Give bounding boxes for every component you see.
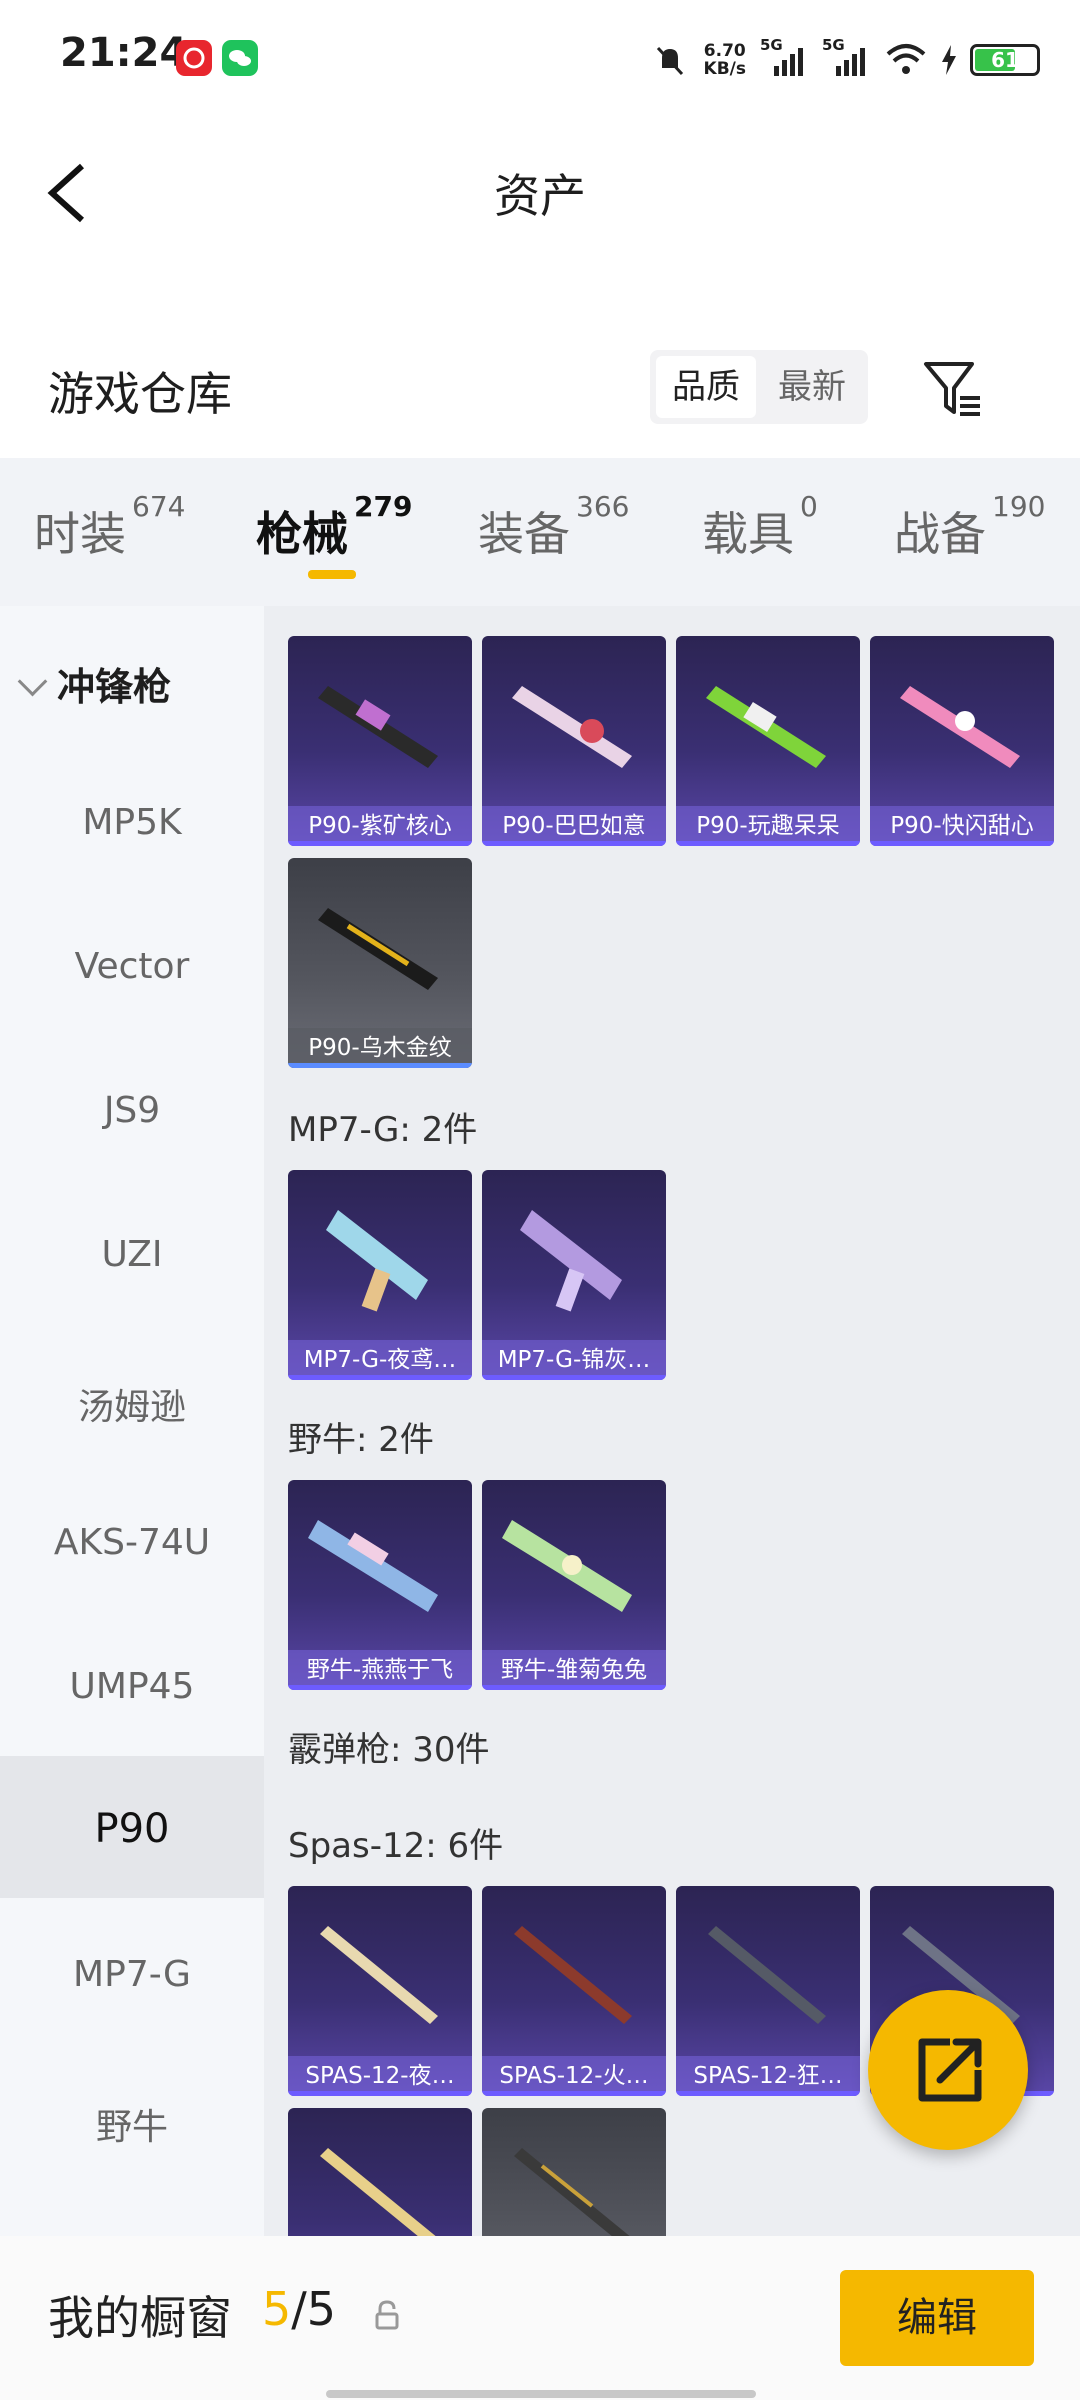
skin-card[interactable]: SPAS-12-夜… <box>288 1886 472 2096</box>
sort-toggle: 品质 最新 <box>650 350 868 424</box>
skin-name: MP7-G-夜鸢… <box>288 1340 472 1380</box>
sidebar-item-p90[interactable]: P90 <box>0 1806 264 1852</box>
skin-card[interactable]: 野牛-燕燕于飞 <box>288 1480 472 1690</box>
skin-name: P90-紫矿核心 <box>288 806 472 846</box>
group-title-spas12: Spas-12: 6件 <box>288 1826 504 1866</box>
skin-name: SPAS-12-夜… <box>288 2056 472 2096</box>
sidebar-item-bison[interactable]: 野牛 <box>0 2098 264 2150</box>
external-link-icon <box>918 2038 982 2102</box>
gun-image <box>514 1926 632 2024</box>
gun-image <box>320 1926 438 2024</box>
skin-card[interactable]: P90-玩趣呆呆 <box>676 636 860 846</box>
skin-name: SPAS-12-狂… <box>676 2056 860 2096</box>
filter-icon[interactable] <box>920 356 984 420</box>
skin-card[interactable]: P90-紫矿核心 <box>288 636 472 846</box>
group-title-shotgun: 霰弹枪: 30件 <box>288 1730 490 1770</box>
mute-icon <box>656 46 683 76</box>
sidebar-item-vector[interactable]: Vector <box>0 946 264 987</box>
skin-card[interactable]: P90-乌木金纹 <box>288 858 472 1068</box>
skin-card[interactable]: MP7-G-锦灰… <box>482 1170 666 1380</box>
skin-card[interactable]: 野牛-雏菊兔兔 <box>482 1480 666 1690</box>
sort-newest-button[interactable]: 最新 <box>762 356 862 418</box>
tab-vehicles[interactable]: 载具0 <box>702 490 818 564</box>
gun-image <box>308 1520 438 1612</box>
sidebar-item-js9[interactable]: JS9 <box>0 1090 264 1131</box>
wechat-icon <box>222 40 258 76</box>
weapon-sidebar: 冲锋枪 MP5K Vector JS9 UZI 汤姆逊 AKS-74U UMP4… <box>0 606 264 2236</box>
skin-name: SPAS-12-火… <box>482 2056 666 2096</box>
status-icons: 6.70 KB/s 5G 5G 61 <box>650 34 1040 86</box>
netease-music-icon <box>176 40 212 76</box>
group-title-bison: 野牛: 2件 <box>288 1420 434 1460</box>
page-title: 资产 <box>494 169 586 223</box>
gun-image <box>706 686 826 768</box>
sidebar-item-thompson[interactable]: 汤姆逊 <box>0 1378 264 1430</box>
gun-image <box>512 686 632 768</box>
category-tabs: 时装674 枪械279 装备366 载具0 战备190 <box>0 458 1080 606</box>
charging-icon <box>942 45 956 75</box>
skin-name: P90-巴巴如意 <box>482 806 666 846</box>
skin-name: P90-玩趣呆呆 <box>676 806 860 846</box>
gun-image <box>318 908 438 990</box>
skin-name: P90-快闪甜心 <box>870 806 1054 846</box>
gun-image <box>318 686 438 768</box>
tab-indicator <box>308 570 356 579</box>
edit-button[interactable]: 编辑 <box>840 2270 1034 2366</box>
showcase-bar: 我的橱窗 5/5 编辑 <box>0 2236 1080 2400</box>
gun-image <box>514 2148 630 2236</box>
skin-name: 野牛-燕燕于飞 <box>288 1650 472 1690</box>
signal-5g-2: 5G <box>822 36 870 80</box>
skin-card[interactable]: SPAS-12-火… <box>482 1886 666 2096</box>
skin-card[interactable] <box>482 2108 666 2236</box>
battery-icon: 61 <box>970 44 1040 76</box>
gun-image <box>708 1926 826 2024</box>
gun-image <box>326 1210 428 1312</box>
warehouse-title: 游戏仓库 <box>48 367 232 421</box>
skin-name: P90-乌木金纹 <box>288 1028 472 1068</box>
chevron-down-icon <box>17 666 48 697</box>
gun-image <box>502 1520 632 1612</box>
skin-card[interactable]: P90-巴巴如意 <box>482 636 666 846</box>
skin-name: 野牛-雏菊兔兔 <box>482 1650 666 1690</box>
gun-image <box>900 686 1020 768</box>
signal-5g-1: 5G <box>760 36 808 80</box>
sidebar-category-smg[interactable]: 冲锋枪 <box>17 656 171 711</box>
status-bar: 21:24 6.70 KB/s 5G 5G 61 <box>0 0 1080 120</box>
sidebar-item-uzi[interactable]: UZI <box>0 1234 264 1275</box>
wifi-icon <box>886 44 926 74</box>
sidebar-item-mp5k[interactable]: MP5K <box>0 802 264 843</box>
home-indicator[interactable] <box>326 2390 756 2398</box>
skin-card[interactable]: P90-快闪甜心 <box>870 636 1054 846</box>
sort-quality-button[interactable]: 品质 <box>656 356 756 418</box>
gun-image <box>320 2148 436 2236</box>
lock-icon <box>375 2300 399 2330</box>
sidebar-item-ump45[interactable]: UMP45 <box>0 1666 264 1707</box>
net-speed: 6.70 KB/s <box>703 41 746 79</box>
sidebar-item-aks74u[interactable]: AKS-74U <box>0 1522 264 1563</box>
skin-card[interactable]: MP7-G-夜鸢… <box>288 1170 472 1380</box>
share-fab-button[interactable] <box>868 1990 1028 2150</box>
top-nav: 资产 <box>0 130 1080 250</box>
showcase-label: 我的橱窗 <box>48 2291 232 2345</box>
skin-card[interactable] <box>288 2108 472 2236</box>
sidebar-item-mp7g[interactable]: MP7-G <box>0 1954 264 1995</box>
tab-fashion[interactable]: 时装674 <box>34 490 185 564</box>
tab-supplies[interactable]: 战备190 <box>894 490 1045 564</box>
gun-image <box>520 1210 622 1312</box>
skin-card[interactable]: SPAS-12-狂… <box>676 1886 860 2096</box>
skin-name: MP7-G-锦灰… <box>482 1340 666 1380</box>
group-title-mp7g: MP7-G: 2件 <box>288 1110 478 1150</box>
tab-equipment[interactable]: 装备366 <box>478 490 629 564</box>
status-time: 21:24 <box>60 30 188 76</box>
tab-guns[interactable]: 枪械279 <box>256 490 412 564</box>
showcase-count: 5/5 <box>262 2282 337 2336</box>
